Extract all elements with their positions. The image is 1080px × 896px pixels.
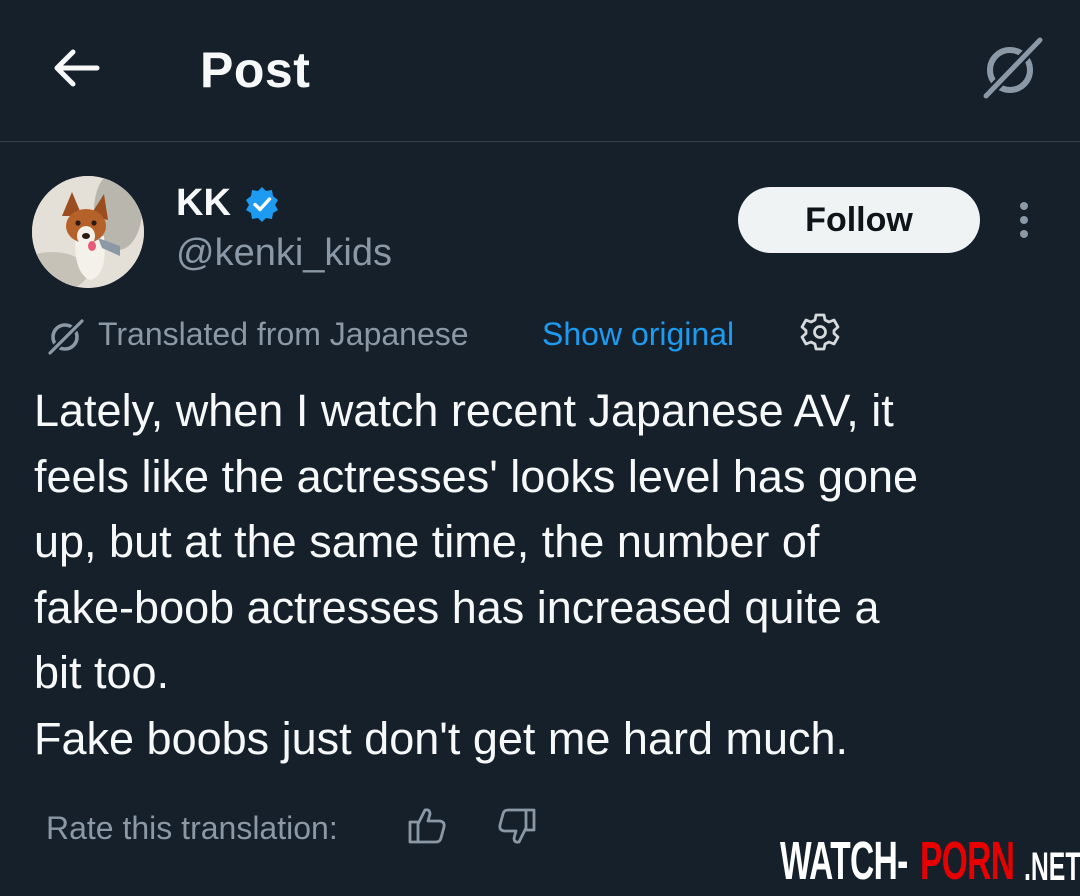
- post-text-line: fake-boob actresses has increased quite …: [34, 581, 880, 633]
- post-text: Lately, when I watch recent Japanese AV,…: [34, 378, 1054, 771]
- verified-badge-icon: [246, 187, 278, 222]
- watermark-logo: WATCH- PORN .NET: [780, 831, 1080, 891]
- post-text-line: Lately, when I watch recent Japanese AV,…: [34, 385, 894, 436]
- translated-from-label: Translated from Japanese: [98, 316, 469, 352]
- grok-translate-icon: [46, 317, 86, 356]
- back-button[interactable]: [44, 36, 108, 100]
- top-bar: Post: [0, 0, 1080, 142]
- grok-button[interactable]: [976, 32, 1048, 104]
- translation-bar: Translated from Japanese Show original: [46, 308, 906, 358]
- thumbs-up-icon[interactable]: [406, 804, 450, 848]
- post-text-line: feels like the actresses' looks level ha…: [34, 450, 919, 502]
- arrow-left-icon: [54, 49, 100, 87]
- watermark-part: WATCH-: [780, 831, 908, 891]
- dog-avatar-image: [32, 176, 144, 288]
- avatar[interactable]: [32, 176, 144, 288]
- more-vertical-icon: [1020, 202, 1028, 238]
- username-handle[interactable]: @kenki_kids: [176, 230, 392, 276]
- post-text-line: up, but at the same time, the number of: [34, 516, 820, 567]
- post-text-line: Fake boobs just don't get me hard much.: [34, 712, 849, 764]
- watermark-part: .NET: [1024, 845, 1080, 889]
- show-original-link[interactable]: Show original: [542, 314, 734, 354]
- rate-translation-bar: Rate this translation:: [46, 800, 606, 856]
- page-title: Post: [200, 42, 311, 98]
- thumbs-down-icon[interactable]: [494, 804, 538, 848]
- more-options-button[interactable]: [1004, 196, 1044, 244]
- grok-icon: [981, 35, 1045, 101]
- watermark-part: PORN: [920, 831, 1015, 891]
- gear-icon[interactable]: [800, 312, 840, 352]
- rate-translation-label: Rate this translation:: [46, 810, 338, 846]
- post-text-line: bit too.: [34, 647, 170, 698]
- follow-button[interactable]: Follow: [738, 187, 980, 253]
- display-name[interactable]: KK: [176, 180, 231, 226]
